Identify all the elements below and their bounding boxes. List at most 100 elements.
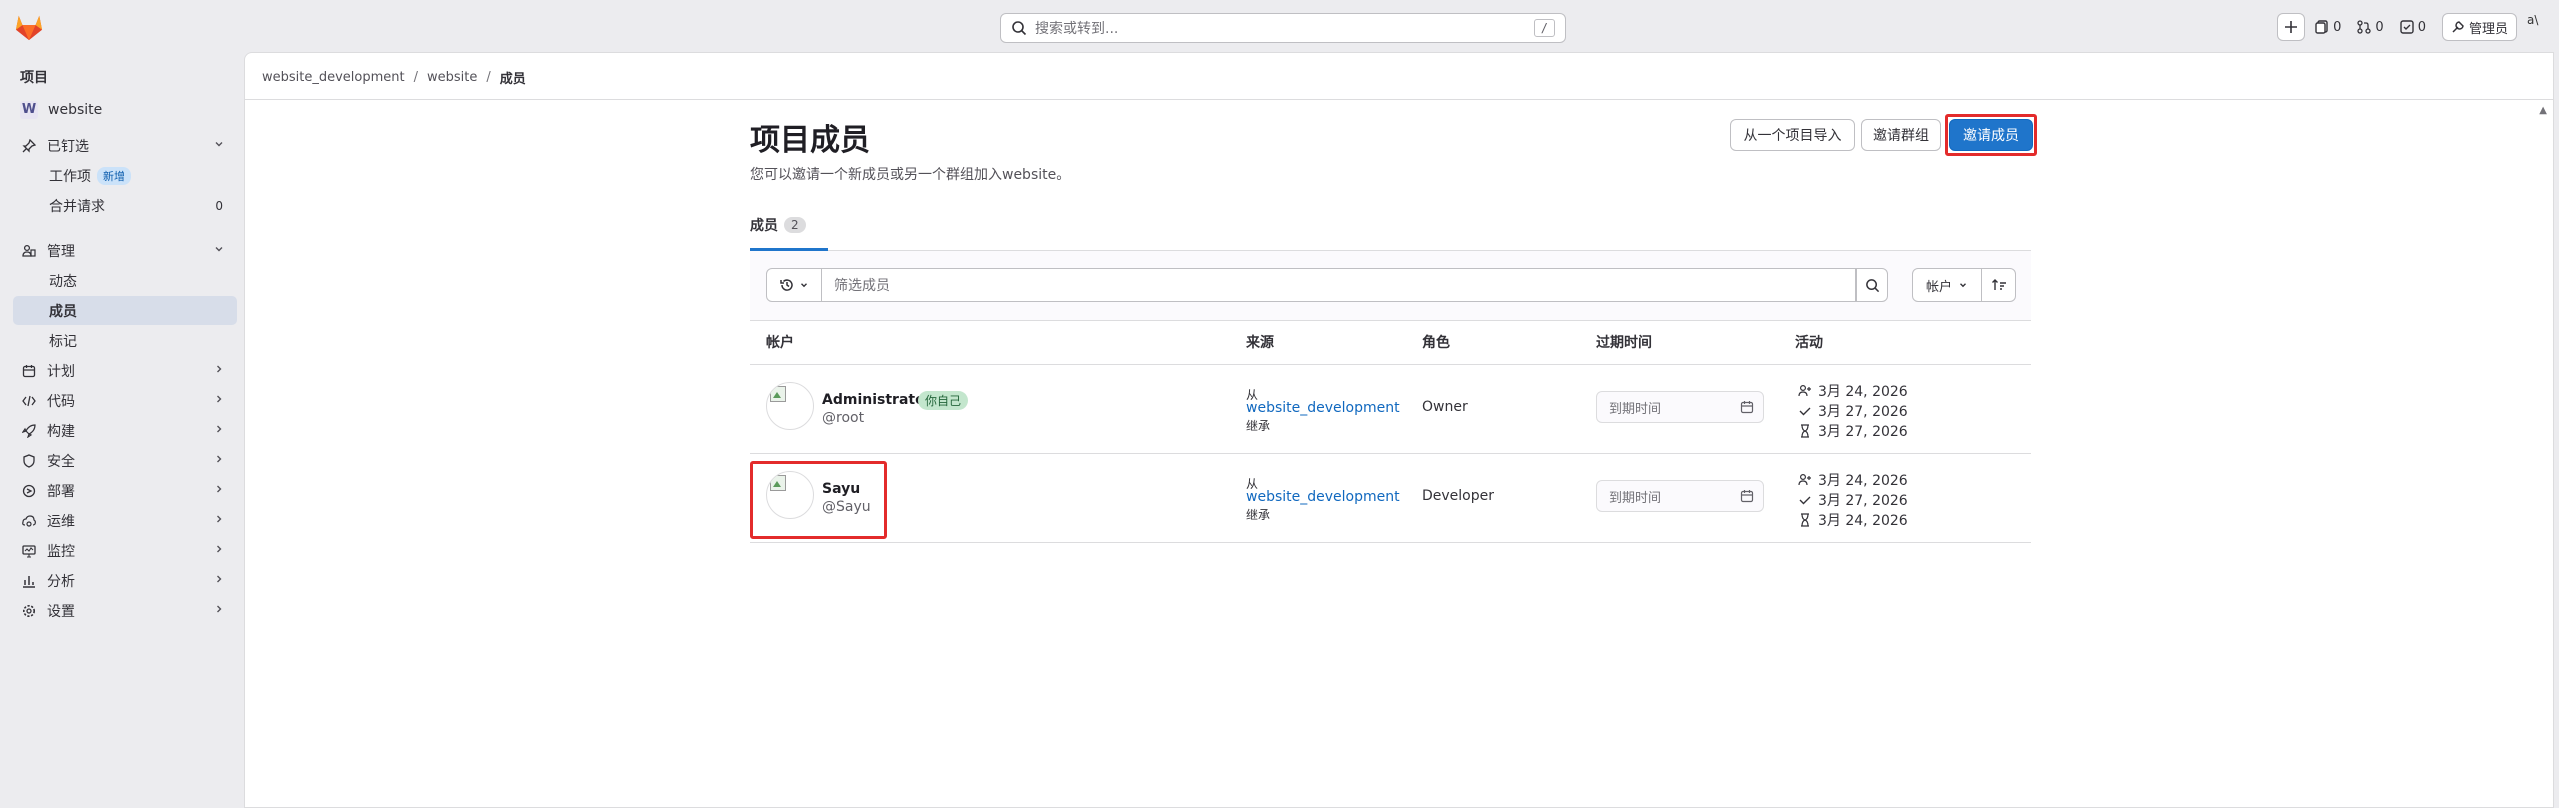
avatar[interactable] (766, 382, 814, 430)
sidebar-item-security[interactable]: 安全 (13, 446, 237, 475)
rocket-icon (22, 423, 36, 438)
breadcrumb-divider (245, 99, 2553, 100)
sort-ascending-icon (1991, 279, 2006, 290)
expiration-date-input[interactable]: 到期时间 (1596, 480, 1764, 512)
tab-members-count: 2 (784, 217, 806, 233)
sidebar-item-plan[interactable]: 计划 (13, 356, 237, 385)
source-suffix: 继承 (1246, 419, 1271, 433)
member-role: Developer (1422, 488, 1495, 504)
tab-members-label: 成员 (750, 218, 778, 234)
activity-created-date: 3月 24, 2026 (1818, 473, 1908, 489)
invite-group-button[interactable]: 邀请群组 (1861, 119, 1941, 151)
activity-last-activity: 3月 27, 2026 (1798, 421, 1908, 441)
sidebar-item-label: 监控 (47, 543, 75, 560)
todos-counter[interactable]: 0 (2400, 20, 2426, 35)
sidebar-item-members[interactable]: 成员 (13, 296, 237, 325)
mr-count-badge: 0 (215, 198, 223, 213)
filter-bar: 筛选成员 帐户 (750, 251, 2031, 321)
sidebar-item-merge-requests[interactable]: 合并请求 0 (13, 191, 237, 220)
tab-members[interactable]: 成员 2 (750, 205, 806, 245)
expiration-placeholder: 到期时间 (1609, 490, 1662, 506)
sidebar-item-operate[interactable]: 运维 (13, 506, 237, 535)
issues-counter[interactable]: 0 (2315, 20, 2341, 35)
filter-members-input[interactable]: 筛选成员 (822, 268, 1856, 302)
sort-direction-button[interactable] (1982, 268, 2016, 302)
sidebar-project-link[interactable]: W website (13, 95, 237, 124)
activity-access-granted: 3月 27, 2026 (1798, 490, 1908, 510)
activity-granted-date: 3月 27, 2026 (1818, 493, 1908, 509)
sidebar-item-label: 合并请求 (49, 198, 105, 215)
breadcrumb-project-link[interactable]: website (427, 70, 477, 85)
sidebar-item-build[interactable]: 构建 (13, 416, 237, 445)
chevron-right-icon (217, 575, 222, 583)
source-group-link[interactable]: website_development (1246, 400, 1400, 416)
project-name: website (48, 101, 103, 118)
code-icon (22, 395, 36, 406)
sidebar-manage-toggle[interactable]: 管理 (13, 236, 237, 265)
breadcrumb: website_development / website / 成员 (262, 68, 526, 87)
sidebar-item-work-items[interactable]: 工作项 新增 (13, 161, 237, 190)
user-avatar-menu[interactable]: a\ (2527, 13, 2559, 41)
sidebar-item-label: 工作项 (49, 168, 91, 185)
activity-last-date: 3月 27, 2026 (1818, 424, 1908, 440)
search-icon (1865, 278, 1879, 292)
gitlab-logo-icon[interactable] (14, 13, 44, 41)
activity-user-created: 3月 24, 2026 (1798, 381, 1908, 401)
sidebar-item-label: 代码 (47, 393, 75, 410)
column-header-source: 来源 (1246, 335, 1274, 351)
sidebar-item-labels[interactable]: 标记 (13, 326, 237, 355)
breadcrumb-separator: / (486, 70, 491, 85)
sidebar-item-monitor[interactable]: 监控 (13, 536, 237, 565)
sidebar-item-settings[interactable]: 设置 (13, 596, 237, 625)
sidebar-pinned-toggle[interactable]: 已钉选 (13, 131, 237, 160)
sidebar-item-deploy[interactable]: 部署 (13, 476, 237, 505)
global-search-input[interactable]: 搜索或转到... / (1000, 13, 1566, 43)
activity-created-date: 3月 24, 2026 (1818, 384, 1908, 400)
column-header-role: 角色 (1422, 335, 1450, 351)
search-icon (1012, 21, 1027, 36)
table-row-divider (750, 542, 2031, 543)
calendar-icon (1740, 401, 1754, 414)
admin-button[interactable]: 管理员 (2441, 13, 2517, 41)
highlight-box-member (750, 461, 887, 539)
expiration-date-input[interactable]: 到期时间 (1596, 391, 1764, 423)
member-role: Owner (1422, 399, 1468, 415)
chevron-right-icon (217, 605, 222, 613)
breadcrumb-group-link[interactable]: website_development (262, 70, 405, 85)
source-suffix: 继承 (1246, 508, 1271, 522)
scroll-up-arrow-icon[interactable]: ▲ (2539, 105, 2547, 116)
sidebar-item-label: 分析 (47, 573, 75, 590)
chevron-down-icon (215, 247, 223, 252)
hourglass-icon (1801, 424, 1809, 438)
filter-search-button[interactable] (1856, 268, 1888, 302)
shield-icon (23, 453, 35, 468)
sidebar-item-label: 安全 (47, 453, 75, 470)
sidebar-item-code[interactable]: 代码 (13, 386, 237, 415)
calendar-icon (22, 364, 36, 377)
chevron-down-icon (801, 283, 807, 288)
sidebar-item-label: 计划 (47, 363, 75, 380)
chevron-right-icon (217, 425, 222, 433)
pin-icon (22, 138, 36, 153)
gear-icon (23, 604, 35, 617)
sidebar-item-label: 设置 (47, 603, 75, 620)
sidebar-item-analyze[interactable]: 分析 (13, 566, 237, 595)
new-badge: 新增 (97, 166, 131, 185)
breadcrumb-current[interactable]: 成员 (500, 68, 526, 87)
pinned-label: 已钉选 (47, 138, 89, 155)
sort-field-dropdown[interactable]: 帐户 (1912, 268, 1982, 302)
source-group-link[interactable]: website_development (1246, 489, 1400, 505)
chevron-right-icon (217, 395, 222, 403)
search-history-dropdown[interactable] (766, 268, 822, 302)
sidebar-item-label: 部署 (47, 483, 75, 500)
sidebar-item-label: 成员 (49, 303, 77, 320)
sidebar: 项目 W website 已钉选 工作项 新增 合并请求 0 管理 动态 成员 … (0, 52, 244, 808)
mr-count: 0 (2375, 19, 2384, 35)
member-name[interactable]: Administrator (822, 392, 932, 408)
sidebar-item-activity[interactable]: 动态 (13, 266, 237, 295)
create-new-button[interactable] (2277, 13, 2306, 41)
merge-requests-counter[interactable]: 0 (2357, 19, 2384, 35)
import-from-project-button[interactable]: 从一个项目导入 (1730, 119, 1855, 151)
cloud-gear-icon (22, 514, 36, 527)
user-add-icon (1798, 473, 1811, 486)
